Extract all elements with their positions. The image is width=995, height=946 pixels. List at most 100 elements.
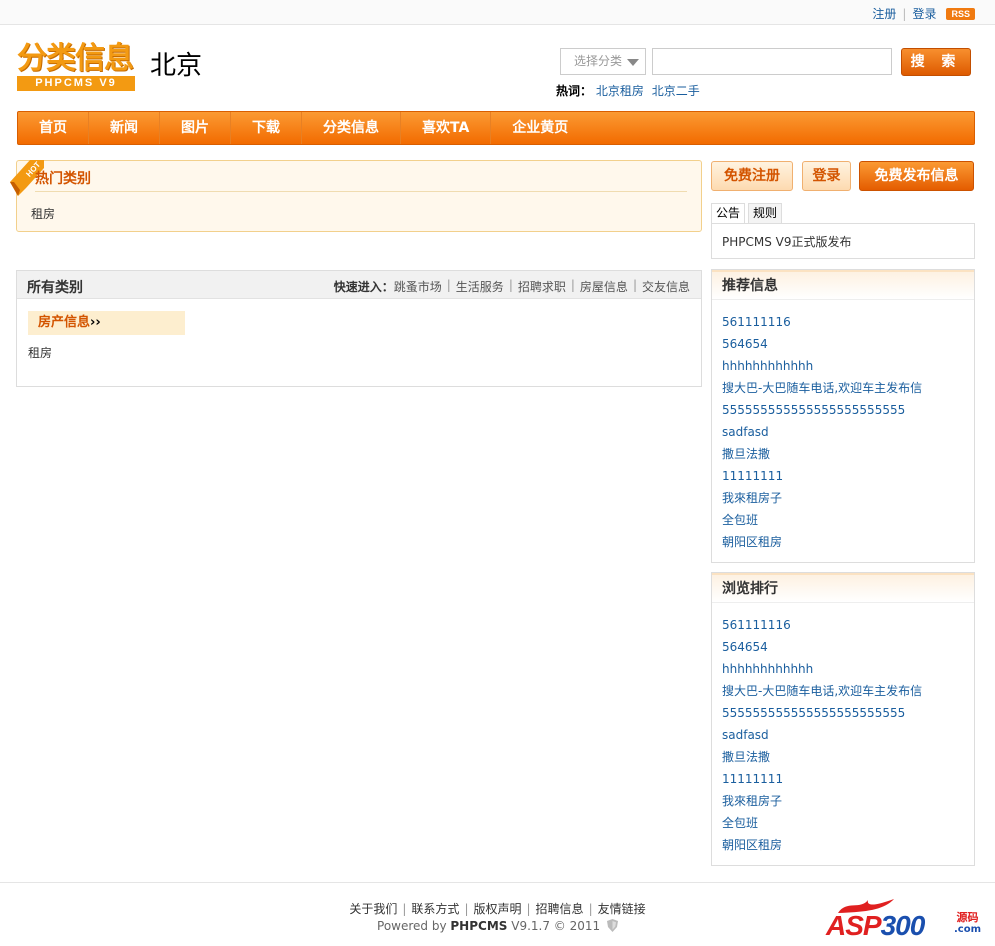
ranking-list: 561111116 564654 hhhhhhhhhhhh 搜大巴-大巴随车电话… xyxy=(712,603,974,856)
footer-link-copyright[interactable]: 版权声明 xyxy=(473,902,521,916)
list-item[interactable]: hhhhhhhhhhhh xyxy=(722,658,974,680)
nav-item-classifieds[interactable]: 分类信息 xyxy=(302,112,401,144)
hot-categories-box: HOT 热门类别 租房 xyxy=(10,160,702,232)
chevron-down-icon xyxy=(627,59,639,66)
separator: | xyxy=(588,902,593,916)
site-logo[interactable]: 分类信息 PHPCMS V9 xyxy=(17,42,137,94)
all-categories-title: 所有类别 xyxy=(27,280,83,296)
logo-main-text: 分类信息 xyxy=(17,41,134,76)
watermark-text: ASP300 xyxy=(826,910,926,942)
login-link[interactable]: 登录 xyxy=(912,5,936,22)
list-item[interactable]: 11111111 xyxy=(722,465,974,487)
separator: | xyxy=(902,6,907,21)
post-info-button[interactable]: 免费发布信息 xyxy=(859,161,974,191)
list-item[interactable]: 搜大巴-大巴随车电话,欢迎车主发布信 xyxy=(722,377,974,399)
separator: | xyxy=(632,278,637,292)
watermark-left: ASP xyxy=(826,910,882,941)
list-item[interactable]: 561111116 xyxy=(722,311,974,333)
hot-words: 热词： 北京租房 北京二手 xyxy=(556,82,704,99)
notice-tabs: 公告 规则 xyxy=(711,203,785,223)
watermark-side: 源码 .com xyxy=(954,912,981,936)
search-input[interactable] xyxy=(652,48,892,75)
footer-link-about[interactable]: 关于我们 xyxy=(349,902,397,916)
quick-link[interactable]: 房屋信息 xyxy=(580,278,628,295)
hot-category-link[interactable]: 租房 xyxy=(31,205,55,222)
footer-link-contact[interactable]: 联系方式 xyxy=(411,902,459,916)
separator: | xyxy=(402,902,407,916)
category-select[interactable]: 选择分类 xyxy=(560,48,646,75)
ranking-panel: 浏览排行 561111116 564654 hhhhhhhhhhhh 搜大巴-大… xyxy=(711,572,975,866)
rss-icon[interactable]: RSS xyxy=(946,7,975,20)
quick-link[interactable]: 招聘求职 xyxy=(518,278,566,295)
nav-item-downloads[interactable]: 下载 xyxy=(231,112,302,144)
quick-links-label: 快速进入： xyxy=(333,280,394,294)
nav-item-yellow-pages[interactable]: 企业黄页 xyxy=(491,112,589,144)
list-item[interactable]: 我來租房子 xyxy=(722,487,974,509)
subcategory-link[interactable]: 租房 xyxy=(28,344,52,361)
top-links: 注册 | 登录 RSS xyxy=(872,5,975,22)
watermark-logo: ASP300 源码 .com xyxy=(826,898,986,942)
list-item[interactable]: 朝阳区租房 xyxy=(722,531,974,553)
double-arrow-icon: ›› xyxy=(90,315,101,330)
ranking-title: 浏览排行 xyxy=(712,573,974,603)
search-button[interactable]: 搜 索 xyxy=(901,48,971,76)
list-item[interactable]: 全包班 xyxy=(722,509,974,531)
separator: | xyxy=(508,278,513,292)
list-item[interactable]: 555555555555555555555555 xyxy=(722,399,974,421)
list-item[interactable]: 朝阳区租房 xyxy=(722,834,974,856)
footer-link-friends[interactable]: 友情链接 xyxy=(598,902,646,916)
recommended-panel: 推荐信息 561111116 564654 hhhhhhhhhhhh 搜大巴-大… xyxy=(711,269,975,563)
tab-announcement[interactable]: 公告 xyxy=(711,203,746,223)
list-item[interactable]: 搜大巴-大巴随车电话,欢迎车主发布信 xyxy=(722,680,974,702)
hot-categories-title: 热门类别 xyxy=(35,171,91,187)
powered-brand[interactable]: PHPCMS xyxy=(450,919,507,933)
quick-links: 快速进入： 跳蚤市场 | 生活服务 | 招聘求职 | 房屋信息 | 交友信息 xyxy=(334,278,690,295)
tab-rules[interactable]: 规则 xyxy=(748,203,783,223)
category-select-value: 选择分类 xyxy=(574,54,623,68)
quick-link[interactable]: 交友信息 xyxy=(642,278,690,295)
quick-link[interactable]: 生活服务 xyxy=(456,278,504,295)
footer-link-jobs[interactable]: 招聘信息 xyxy=(536,902,584,916)
city-name: 北京 xyxy=(150,51,203,81)
all-categories-box: 所有类别 快速进入： 跳蚤市场 | 生活服务 | 招聘求职 | 房屋信息 | 交… xyxy=(16,270,702,387)
recommended-list: 561111116 564654 hhhhhhhhhhhh 搜大巴-大巴随车电话… xyxy=(712,300,974,553)
all-categories-header: 所有类别 快速进入： 跳蚤市场 | 生活服务 | 招聘求职 | 房屋信息 | 交… xyxy=(17,271,701,299)
list-item[interactable]: sadfasd xyxy=(722,421,974,443)
hot-words-label: 热词： xyxy=(556,84,593,98)
nav-item-news[interactable]: 新闻 xyxy=(89,112,160,144)
watermark-side-text: 源码 xyxy=(956,911,979,924)
list-item[interactable]: sadfasd xyxy=(722,724,974,746)
nav-item-like-ta[interactable]: 喜欢TA xyxy=(401,112,492,144)
list-item[interactable]: 555555555555555555555555 xyxy=(722,702,974,724)
separator: | xyxy=(526,902,531,916)
nav-item-home[interactable]: 首页 xyxy=(18,112,89,144)
hot-word-link[interactable]: 北京租房 xyxy=(596,84,644,98)
watermark-right: 300 xyxy=(880,910,926,941)
watermark-com: .com xyxy=(954,924,982,935)
top-bar: 注册 | 登录 RSS xyxy=(0,0,995,25)
list-item[interactable]: 全包班 xyxy=(722,812,974,834)
main-nav: 首页 新闻 图片 下载 分类信息 喜欢TA 企业黄页 xyxy=(17,111,975,145)
list-item[interactable]: 561111116 xyxy=(722,614,974,636)
quick-link[interactable]: 跳蚤市场 xyxy=(394,278,442,295)
login-button[interactable]: 登录 xyxy=(802,161,851,191)
register-link[interactable]: 注册 xyxy=(872,5,896,22)
list-item[interactable]: 撒旦法撒 xyxy=(722,443,974,465)
notice-item[interactable]: PHPCMS V9正式版发布 xyxy=(711,223,975,259)
separator: | xyxy=(570,278,575,292)
list-item[interactable]: 564654 xyxy=(722,333,974,355)
hot-word-link[interactable]: 北京二手 xyxy=(652,84,700,98)
divider xyxy=(35,191,687,192)
free-register-button[interactable]: 免费注册 xyxy=(711,161,793,191)
separator: | xyxy=(464,902,469,916)
list-item[interactable]: hhhhhhhhhhhh xyxy=(722,355,974,377)
list-item[interactable]: 我來租房子 xyxy=(722,790,974,812)
category-heading-label: 房产信息 xyxy=(38,315,91,330)
category-heading[interactable]: 房产信息›› xyxy=(28,311,185,335)
powered-prefix: Powered by xyxy=(377,919,451,933)
list-item[interactable]: 564654 xyxy=(722,636,974,658)
list-item[interactable]: 撒旦法撒 xyxy=(722,746,974,768)
logo-sub-text: PHPCMS V9 xyxy=(17,76,135,91)
nav-item-pictures[interactable]: 图片 xyxy=(160,112,231,144)
list-item[interactable]: 11111111 xyxy=(722,768,974,790)
